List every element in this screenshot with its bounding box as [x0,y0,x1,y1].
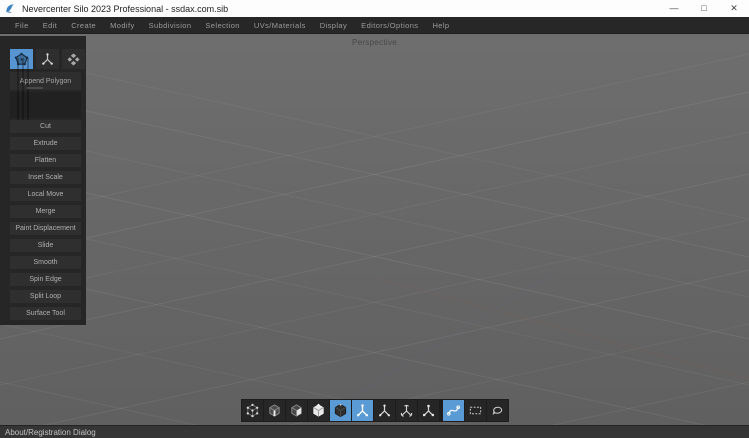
tool-button-slide[interactable]: Slide [10,239,81,252]
tool-button-merge[interactable]: Merge [10,205,81,218]
scale-manipulator-button[interactable] [418,400,439,421]
menu-editors-options[interactable]: Editors/Options [354,21,425,30]
minimize-button[interactable]: — [659,0,689,17]
window-title: Nevercenter Silo 2023 Professional - ssd… [22,4,228,14]
status-bar: About/Registration Dialog [0,425,749,438]
render-glitch-smudge [17,58,32,124]
menu-file[interactable]: File [8,21,36,30]
menu-bar: File Edit Create Modify Subdivision Sele… [0,17,749,34]
perspective-grid [0,34,749,425]
diamonds-icon [66,52,81,66]
silo-app-icon [5,3,16,14]
tool-button-local-move[interactable]: Local Move [10,188,81,201]
rotate-manipulator-button[interactable] [396,400,417,421]
lasso-select-icon [490,403,505,418]
viewport-3d[interactable]: Perspective [0,34,749,425]
maximize-button[interactable]: □ [689,0,719,17]
selection-mode-toolbar [241,399,509,422]
status-message: About/Registration Dialog [5,428,96,437]
soft-selection-icon [446,403,461,418]
camera-label: Perspective [0,38,749,47]
move-manipulator-button[interactable] [374,400,395,421]
universal-manipulator-icon [355,403,370,418]
tool-sidebar: Append Polygon Cut Extrude Flatten Inset… [0,36,86,325]
render-glitch-dash [27,87,43,89]
menu-modify[interactable]: Modify [103,21,142,30]
tool-button-smooth[interactable]: Smooth [10,256,81,269]
face-mode-button[interactable] [286,400,307,421]
menu-subdivision[interactable]: Subdivision [142,21,199,30]
object-mode-button[interactable] [308,400,329,421]
tool-button-spin-edge[interactable]: Spin Edge [10,273,81,286]
move-manipulator-icon [377,403,392,418]
lasso-select-button[interactable] [487,400,508,421]
tool-button-flatten[interactable]: Flatten [10,154,81,167]
tool-button-extrude[interactable]: Extrude [10,137,81,150]
tool-button-paint-displacement[interactable]: Paint Displacement [10,222,81,235]
menu-create[interactable]: Create [64,21,103,30]
universal-manipulator-button[interactable] [352,400,373,421]
title-bar: Nevercenter Silo 2023 Professional - ssd… [0,0,749,17]
tool-button-list: Cut Extrude Flatten Inset Scale Local Mo… [10,120,81,320]
multi-mode-icon [333,403,348,418]
face-mode-icon [289,403,304,418]
x-axis-line [380,279,749,379]
toolbar-group-divider [440,400,442,421]
menu-help[interactable]: Help [425,21,456,30]
silo-application-window: Nevercenter Silo 2023 Professional - ssd… [0,0,749,438]
tool-button-cut[interactable]: Cut [10,120,81,133]
edge-mode-icon [267,403,282,418]
vertex-mode-button[interactable] [242,400,263,421]
menu-edit[interactable]: Edit [36,21,65,30]
tool-button-surface-tool[interactable]: Surface Tool [10,307,81,320]
tool-button-split-loop[interactable]: Split Loop [10,290,81,303]
object-mode-icon [311,403,326,418]
marquee-select-button[interactable] [465,400,486,421]
tripod-icon [40,52,55,66]
tab-manipulator-tools[interactable] [36,49,59,69]
menu-uvs-materials[interactable]: UVs/Materials [247,21,313,30]
vertex-mode-icon [245,403,260,418]
scale-manipulator-icon [421,403,436,418]
rotate-manipulator-icon [399,403,414,418]
marquee-select-icon [468,403,483,418]
soft-selection-button[interactable] [443,400,464,421]
menu-selection[interactable]: Selection [198,21,246,30]
menu-display[interactable]: Display [313,21,354,30]
tool-button-inset-scale[interactable]: Inset Scale [10,171,81,184]
tab-primitives-tools[interactable] [62,49,85,69]
edge-mode-button[interactable] [264,400,285,421]
multi-mode-button[interactable] [330,400,351,421]
close-button[interactable]: ✕ [719,0,749,17]
